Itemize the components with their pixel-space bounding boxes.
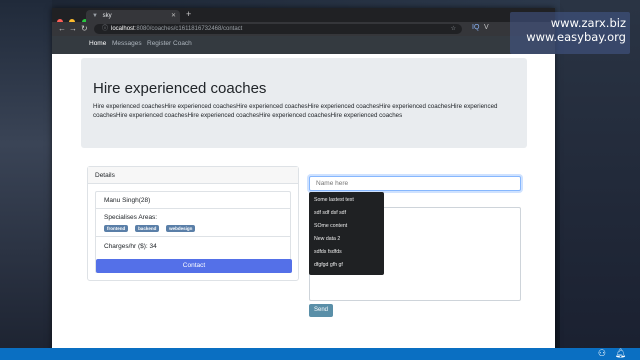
browser-window: ▼ sky ✕ + ← → ↻ ⓘ localhost:8080/coaches/… [52,8,555,360]
area-badge: backend [135,225,160,232]
notification-icon[interactable]: 🔔︎ [615,348,626,359]
app-navbar: Home Messages Register Coach [52,36,555,54]
coach-name: Manu Singh(28) [96,192,290,209]
extension-label[interactable]: IQ [472,24,479,31]
extension-icon[interactable]: V [484,24,489,31]
back-icon[interactable]: ← [58,24,66,33]
autocomplete-dropdown: Some lastest text sdf sdf dsf sdf SOme c… [309,192,384,275]
close-tab-icon[interactable]: ✕ [171,10,176,22]
tab-title: sky [102,13,112,19]
hero-jumbotron: Hire experienced coaches Hire experience… [81,58,527,148]
page-content: Hire experienced coaches Hire experience… [52,54,555,360]
forward-icon[interactable]: → [69,24,77,33]
browser-tab[interactable]: ▼ sky ✕ [86,10,180,22]
details-card: Details Manu Singh(28) Specialises Areas… [87,166,299,281]
hero-text: Hire experienced coachesHire experienced… [93,103,498,119]
url-host: localhost [111,26,135,32]
nav-messages-link[interactable]: Messages [112,40,142,47]
charges-item: Charges/hr ($): 34 [104,243,157,250]
suggestion-item[interactable]: Some lastest text [309,194,384,207]
suggestion-item[interactable]: New data 2 [309,233,384,246]
area-badge: webdesign [166,225,196,232]
vue-favicon-icon: ▼ [92,13,98,19]
name-input[interactable] [309,176,521,191]
watermark-line-2: www.easybay.org [526,30,626,44]
reload-icon[interactable]: ↻ [81,24,88,33]
specialises-label: Specialises Areas: [104,214,158,221]
info-icon: ⓘ [102,26,109,32]
watermark-line-1: www.zarx.biz [550,16,626,30]
nav-home-link[interactable]: Home [89,40,106,47]
area-badges: frontend backend webdesign [104,225,290,232]
coach-details-list: Manu Singh(28) Specialises Areas: fronte… [95,191,292,273]
contact-button[interactable]: Contact [96,259,292,273]
desktop-right [560,0,640,360]
hero-title: Hire experienced coaches [93,80,267,97]
nav-register-coach-link[interactable]: Register Coach [147,40,192,47]
bookmark-star-icon[interactable]: ☆ [451,24,456,34]
desktop-left [0,0,52,360]
taskbar: ⚇ 🔔︎ [0,348,640,360]
suggestion-item[interactable]: dfgfgd gfh gf [309,259,384,272]
url-path: :8080/coaches/c1611816732468/contact [134,26,243,32]
specialises-item: Specialises Areas: frontend backend webd… [96,209,290,237]
address-bar: ← → ↻ ⓘ localhost:8080/coaches/c161181673… [52,22,555,36]
url-field[interactable]: ⓘ localhost:8080/coaches/c1611816732468/c… [94,24,462,34]
suggestion-item[interactable]: sdfds fsdfds [309,246,384,259]
details-header: Details [88,167,298,184]
area-badge: frontend [104,225,129,232]
suggestion-item[interactable]: SOme content [309,220,384,233]
tab-bar: ▼ sky ✕ + [52,8,555,25]
new-tab-icon[interactable]: + [186,9,191,19]
people-icon[interactable]: ⚇ [598,348,606,359]
watermark: www.zarx.biz www.easybay.org [510,12,630,54]
send-button[interactable]: Send [309,304,333,317]
suggestion-item[interactable]: sdf sdf dsf sdf [309,207,384,220]
